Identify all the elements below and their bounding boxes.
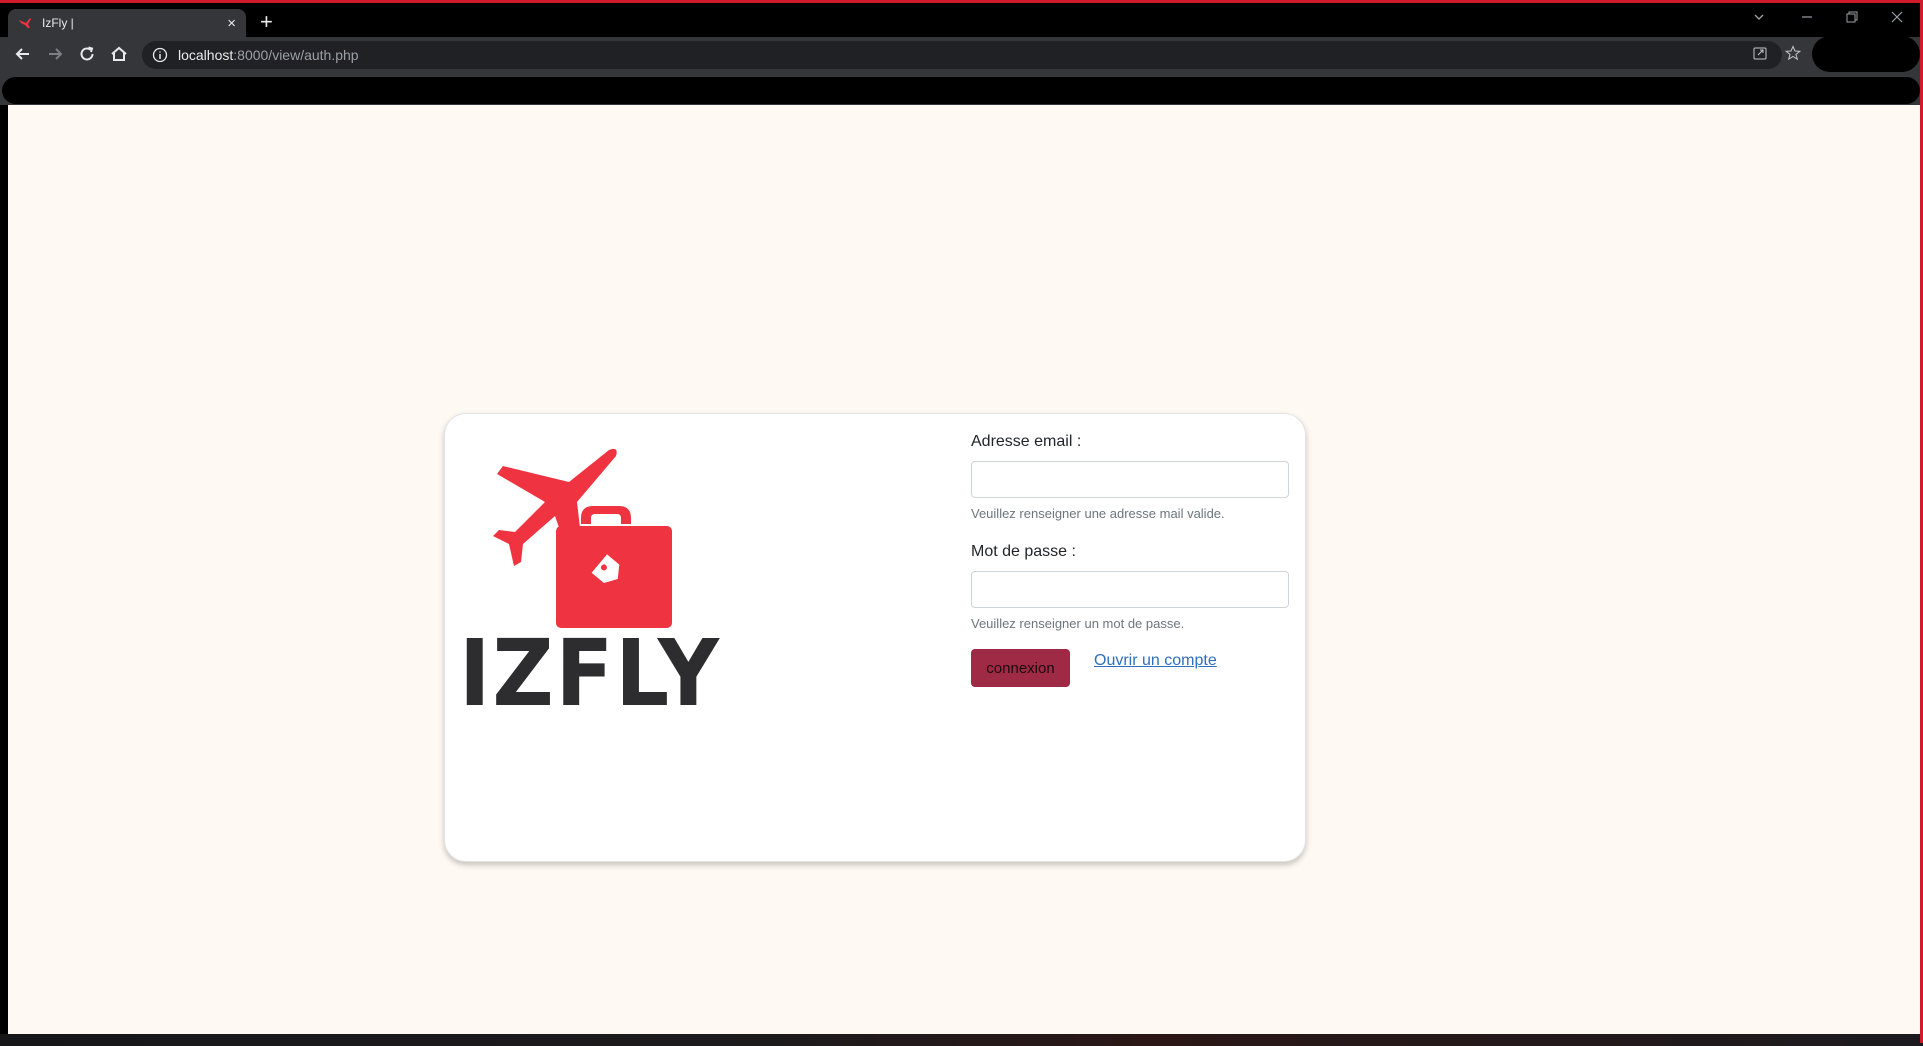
email-field[interactable] [971,461,1289,498]
taskbar-strip [0,1034,1920,1046]
reload-icon[interactable] [76,43,98,65]
forward-arrow-icon[interactable] [44,43,66,65]
back-arrow-icon[interactable] [12,43,34,65]
password-label: Mot de passe : [971,543,1076,560]
login-card: IZFLY Adresse email : Veuillez renseigne… [444,413,1306,862]
bookmarks-bar [0,73,1920,105]
airplane-favicon-icon [19,18,31,28]
url-host: localhost [178,47,234,63]
tab-search-icon[interactable] [1752,10,1766,27]
brand-wordmark: IZFLY [459,620,721,727]
password-help-text: Veuillez renseigner un mot de passe. [971,616,1185,631]
tab-strip: IzFly | × + [0,6,1920,37]
share-icon[interactable] [1752,45,1768,66]
browser-toolbar: localhost:8000/view/auth.php [0,37,1920,73]
connexion-button[interactable]: connexion [971,649,1070,687]
url-path: :8000/view/auth.php [233,47,359,63]
tab-close-icon[interactable]: × [227,16,236,31]
site-info-icon[interactable] [152,47,168,63]
bookmarks-redacted [2,77,1920,104]
home-icon[interactable] [108,43,130,65]
login-form: Adresse email : Veuillez renseigner une … [971,432,1291,689]
email-help-text: Veuillez renseigner une adresse mail val… [971,506,1225,521]
tab-title: IzFly | [42,16,74,30]
profile-area-redacted[interactable] [1812,36,1920,72]
form-actions: connexion Ouvrir un compte [971,649,1291,689]
minimize-icon[interactable] [1800,10,1814,27]
restore-icon[interactable] [1845,10,1859,27]
address-bar[interactable]: localhost:8000/view/auth.php [142,41,1782,69]
page-viewport: IZFLY Adresse email : Veuillez renseigne… [8,105,1920,1034]
open-account-link[interactable]: Ouvrir un compte [1094,652,1217,670]
browser-window: IzFly | × + localhost:8000/view/auth.php… [0,0,1923,1046]
new-tab-button[interactable]: + [260,11,273,33]
bookmark-star-icon[interactable] [1784,45,1802,66]
izfly-logo: IZFLY [459,444,719,720]
plane-suitcase-logo-icon [493,448,672,628]
browser-tab[interactable]: IzFly | × [8,9,246,37]
url-text: localhost:8000/view/auth.php [178,47,359,63]
password-field[interactable] [971,571,1289,608]
close-window-icon[interactable] [1890,10,1904,27]
email-label: Adresse email : [971,433,1082,450]
